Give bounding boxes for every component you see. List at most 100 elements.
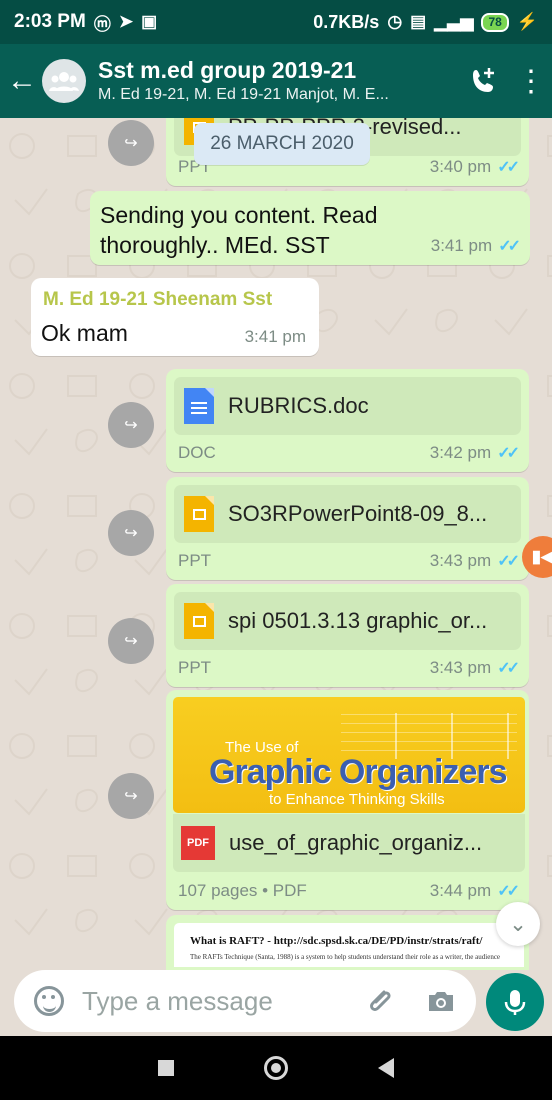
charging-icon: ⚡ — [516, 12, 538, 31]
read-receipt-icon: ✓✓ — [497, 660, 520, 677]
document-message[interactable]: SO3RPowerPoint8-09_8... PPT 3:43 pm ✓✓ — [166, 477, 529, 580]
pdf-message[interactable]: The Use of Graphic Organizers to Enhance… — [166, 690, 529, 910]
slides-icon — [184, 603, 214, 639]
recent-apps-button[interactable] — [158, 1060, 174, 1076]
read-receipt-icon: ✓✓ — [497, 883, 520, 900]
file-card[interactable]: spi 0501.3.13 graphic_or... — [174, 592, 521, 650]
doc-icon — [184, 388, 214, 424]
document-message[interactable]: RUBRICS.doc DOC 3:42 pm ✓✓ — [166, 369, 529, 472]
file-name: spi 0501.3.13 graphic_or... — [228, 608, 488, 633]
read-receipt-icon: ✓✓ — [497, 159, 520, 176]
file-type: DOC — [178, 443, 216, 462]
double-chevron-down-icon: ⌄ — [509, 912, 527, 936]
message-sender: M. Ed 19-21 Sheenam Sst — [43, 289, 273, 310]
message-time: 3:42 pm — [429, 443, 492, 462]
message-time-row: 3:42 pm ✓✓ — [429, 443, 520, 463]
slides-icon — [184, 496, 214, 532]
status-left: 2:03 PM ⓜ ➤ ▣ — [14, 10, 157, 35]
chat-participants: M. Ed 19-21, M. Ed 19-21 Manjot, M. E... — [98, 86, 389, 103]
message-list[interactable]: ↪ PP-PP-PPR.3-revised... PPT 3:40 pm✓✓ 2… — [0, 118, 552, 970]
group-icon — [49, 72, 79, 91]
message-composer: Type a message — [0, 970, 552, 1034]
message-time: 3:41 pm — [244, 327, 306, 346]
attachment-button[interactable] — [364, 984, 398, 1018]
forward-button[interactable]: ↪ — [108, 773, 154, 819]
chat-title-group[interactable]: Sst m.ed group 2019-21 M. Ed 19-21, M. E… — [98, 56, 428, 106]
document-preview[interactable]: What is RAFT? - http://sdc.spsd.sk.ca/DE… — [174, 923, 524, 967]
kebab-menu-icon: ⋮ — [516, 64, 546, 98]
group-avatar[interactable] — [42, 59, 86, 103]
alarm-icon: ◷ — [387, 12, 403, 31]
voice-message-button[interactable] — [486, 973, 544, 1031]
message-time-row: 3:41 pm ✓✓ — [430, 236, 521, 256]
file-card[interactable]: SO3RPowerPoint8-09_8... — [174, 485, 521, 543]
forward-button[interactable]: ↪ — [108, 402, 154, 448]
document-preview-text: The RAFTs Technique (Santa, 1988) is a s… — [190, 953, 501, 961]
forward-arrow-icon: ↪ — [124, 633, 138, 650]
microphone-icon — [504, 990, 526, 1015]
read-receipt-icon: ✓✓ — [497, 445, 520, 462]
file-name: use_of_graphic_organiz... — [229, 830, 483, 855]
message-time-row: 3:43 pm ✓✓ — [429, 658, 520, 678]
video-notification-icon: ▣ — [141, 12, 158, 31]
message-time: 3:43 pm — [429, 551, 492, 570]
message-time: 3:44 pm — [429, 881, 492, 900]
location-icon: ➤ — [118, 12, 134, 31]
date-chip: 26 MARCH 2020 — [194, 123, 370, 165]
more-options-button[interactable]: ⋮ — [510, 44, 552, 118]
message-time: 3:40 pm — [429, 157, 492, 176]
video-icon: ▮◀ — [531, 547, 552, 566]
file-card[interactable]: RUBRICS.doc — [174, 377, 521, 435]
volte-icon: ▤ — [410, 12, 427, 31]
camera-button[interactable] — [424, 984, 458, 1018]
forward-button[interactable]: ↪ — [108, 120, 154, 166]
back-button[interactable]: ← — [0, 44, 44, 118]
chat-title: Sst m.ed group 2019-21 — [98, 57, 357, 83]
scroll-to-bottom-button[interactable]: ⌄ — [496, 902, 540, 946]
document-preview-title: What is RAFT? - http://sdc.spsd.sk.ca/DE… — [190, 935, 483, 947]
pdf-icon: PDF — [181, 826, 215, 860]
battery-indicator: 78 — [481, 12, 509, 32]
preview-title: Graphic Organizers — [209, 753, 508, 791]
document-message[interactable]: spi 0501.3.13 graphic_or... PPT 3:43 pm ✓… — [166, 584, 529, 687]
message-time: 3:43 pm — [429, 658, 492, 677]
file-type: PPT — [178, 551, 212, 570]
file-name: RUBRICS.doc — [228, 393, 369, 418]
message-time-row: 3:44 pm ✓✓ — [429, 881, 520, 901]
forward-arrow-icon: ↪ — [124, 135, 138, 152]
message-input[interactable]: Type a message — [82, 986, 364, 1017]
status-time: 2:03 PM — [14, 11, 86, 32]
document-preview-message[interactable]: What is RAFT? - http://sdc.spsd.sk.ca/DE… — [166, 915, 529, 970]
forward-button[interactable]: ↪ — [108, 618, 154, 664]
forward-arrow-icon: ↪ — [124, 788, 138, 805]
network-speed: 0.7KB/s — [313, 11, 380, 32]
message-text: Sending you content. Read thoroughly.. M… — [100, 202, 378, 258]
network-notification-icon: ⓜ — [93, 14, 111, 34]
back-arrow-icon: ← — [7, 64, 37, 97]
signal-icon: ▁▃▅ — [434, 12, 474, 31]
read-receipt-icon: ✓✓ — [497, 553, 520, 570]
text-message-outgoing[interactable]: Sending you content. Read thoroughly.. M… — [90, 191, 530, 265]
message-input-container[interactable]: Type a message — [14, 970, 476, 1032]
back-nav-button[interactable] — [378, 1058, 394, 1078]
pdf-preview[interactable]: The Use of Graphic Organizers to Enhance… — [173, 697, 525, 813]
camera-icon — [429, 992, 453, 1011]
phone-plus-icon — [473, 68, 494, 92]
forward-button[interactable]: ↪ — [108, 510, 154, 556]
pdf-file-row[interactable]: PDF use_of_graphic_organiz... — [173, 814, 525, 872]
pdf-meta: 107 pages • PDF — [178, 881, 307, 900]
file-name: SO3RPowerPoint8-09_8... — [228, 501, 488, 526]
forward-arrow-icon: ↪ — [124, 525, 138, 542]
message-time-row: 3:40 pm ✓✓ — [429, 157, 520, 177]
status-bar: 2:03 PM ⓜ ➤ ▣ 0.7KB/s ◷ ▤ ▁▃▅ 78 ⚡ — [0, 0, 552, 44]
file-type: PPT — [178, 658, 212, 677]
emoji-icon[interactable] — [34, 986, 64, 1016]
message-time: 3:41 pm — [430, 236, 493, 255]
home-button[interactable] — [264, 1056, 288, 1080]
text-message-incoming[interactable]: M. Ed 19-21 Sheenam Sst Ok mam 3:41 pm — [31, 278, 319, 356]
message-time-row: 3:43 pm ✓✓ — [429, 551, 520, 571]
add-call-button[interactable] — [458, 44, 510, 118]
read-receipt-icon: ✓✓ — [498, 238, 521, 255]
preview-tagline: to Enhance Thinking Skills — [269, 791, 445, 808]
paperclip-icon — [370, 990, 391, 1011]
